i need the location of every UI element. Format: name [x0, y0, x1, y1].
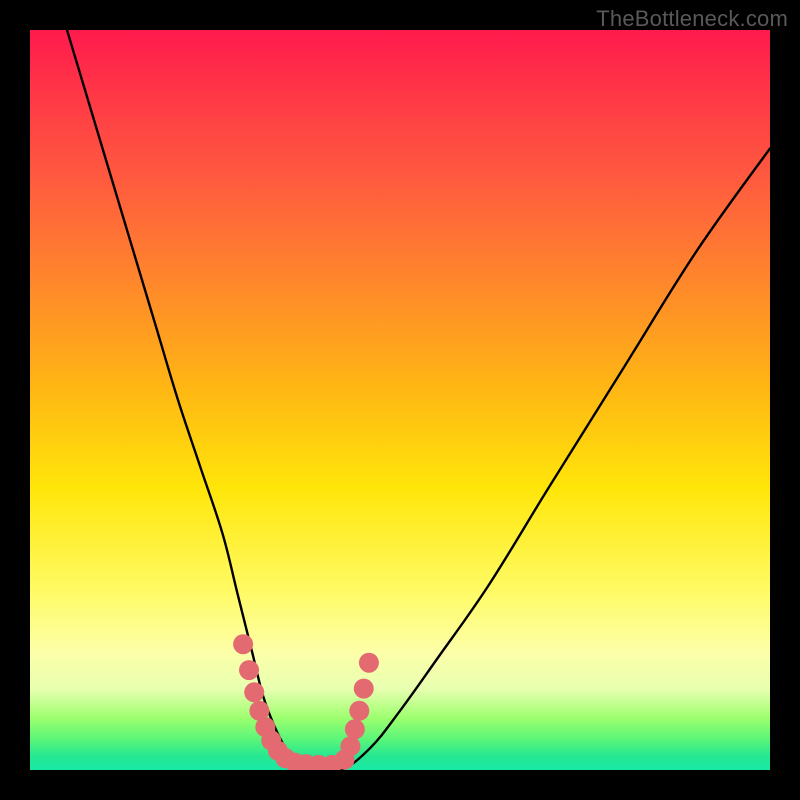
highlight-dot	[359, 653, 379, 673]
highlight-dots	[233, 634, 379, 770]
highlight-dot	[345, 719, 365, 739]
highlight-dot	[354, 679, 374, 699]
highlight-dot	[244, 682, 264, 702]
bottleneck-curve	[67, 30, 770, 770]
chart-frame: TheBottleneck.com	[0, 0, 800, 800]
highlight-dot	[349, 701, 369, 721]
highlight-dot	[239, 660, 259, 680]
highlight-dot	[233, 634, 253, 654]
watermark-text: TheBottleneck.com	[596, 6, 788, 32]
plot-area	[30, 30, 770, 770]
highlight-dot	[340, 736, 360, 756]
curve-layer	[30, 30, 770, 770]
